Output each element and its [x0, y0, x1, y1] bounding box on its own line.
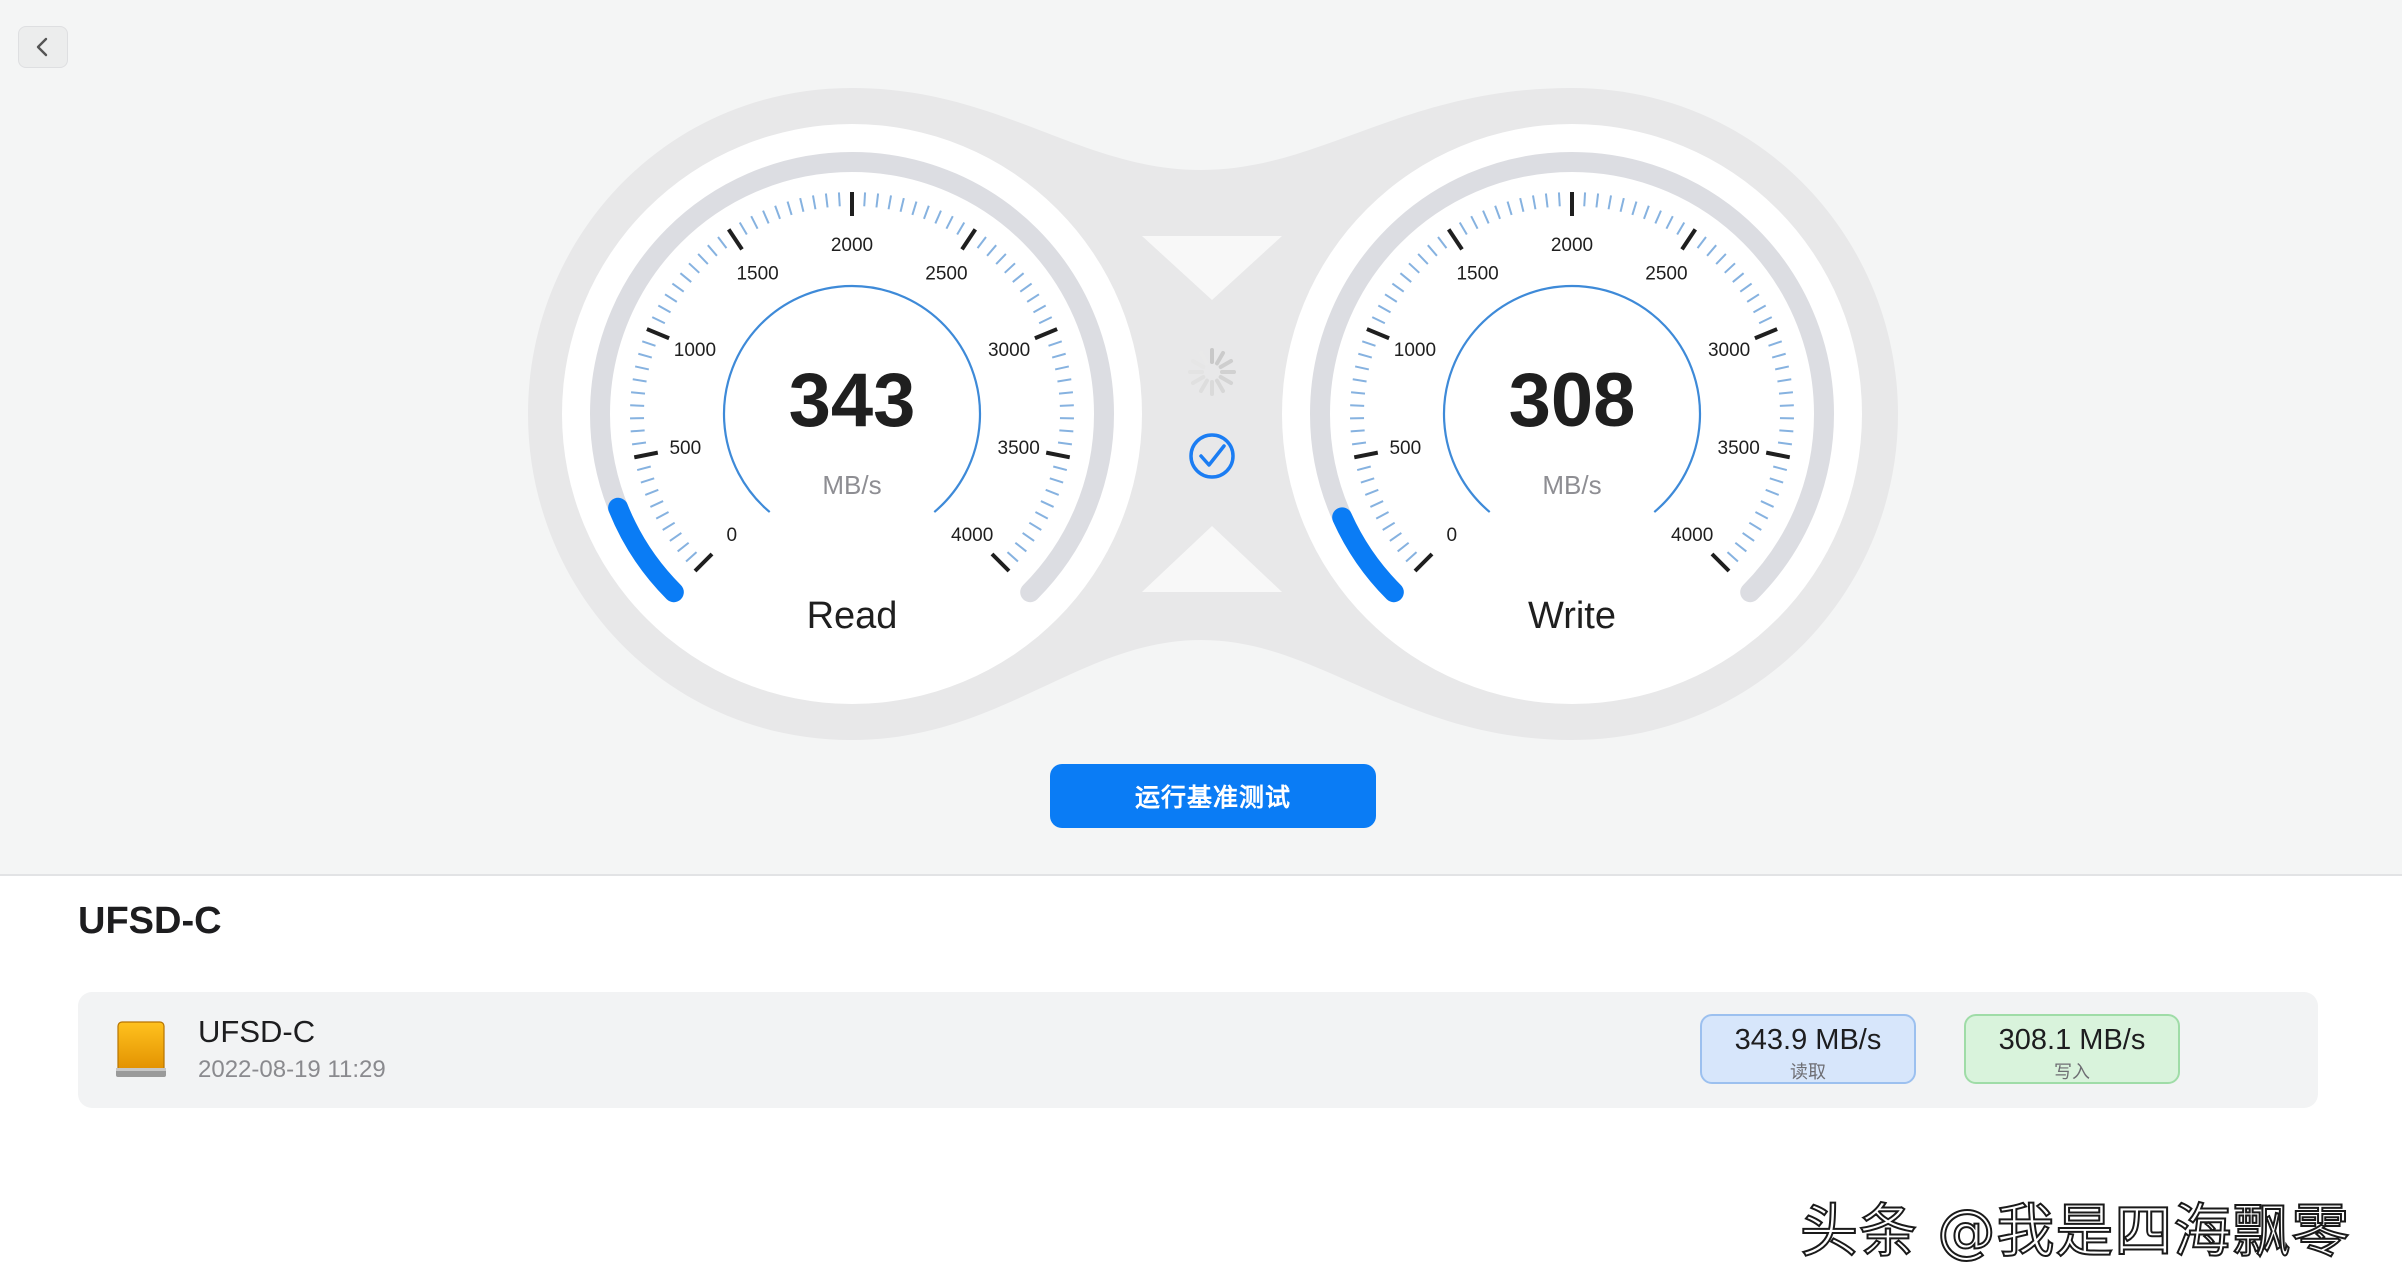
write-value: 308 [1509, 358, 1636, 443]
write-gauge-tick-label: 3500 [1718, 438, 1760, 459]
run-benchmark-button[interactable]: 运行基准测试 [1050, 764, 1376, 828]
external-drive-icon [116, 1021, 166, 1077]
read-gauge-minor-tick [630, 429, 645, 433]
write-gauge-tick-label: 2500 [1645, 264, 1687, 285]
result-row[interactable]: UFSD-C 2022-08-19 11:29 343.9 MB/s 读取 30… [78, 992, 2318, 1108]
read-gauge-minor-tick [1058, 391, 1074, 395]
read-result-label: 读取 [1790, 1062, 1826, 1083]
read-gauge-tick-label: 3000 [988, 340, 1030, 361]
benchmark-panel: 0 500 1000 1500 2000 2500 3000 3500 4000 0 500 100… [0, 0, 2402, 876]
read-result-badge: 343.9 MB/s 读取 [1700, 1014, 1916, 1084]
gauge-display: 0 500 1000 1500 2000 2500 3000 3500 4000 0 500 100… [528, 88, 1898, 740]
write-result-label: 写入 [2054, 1062, 2090, 1083]
result-device-name: UFSD-C [198, 1014, 316, 1049]
read-value: 343 [789, 358, 916, 443]
write-gauge-tick-label: 500 [1389, 438, 1421, 459]
read-gauge-tick-label: 500 [669, 438, 701, 459]
write-gauge-minor-tick [1779, 404, 1794, 407]
read-unit: MB/s [822, 470, 881, 500]
write-gauge-tick-label: 1000 [1394, 340, 1436, 361]
write-gauge-tick-label: 3000 [1708, 340, 1750, 361]
write-unit: MB/s [1542, 470, 1601, 500]
read-gauge-tick-label: 1500 [736, 264, 778, 285]
write-gauge-minor-tick [1583, 192, 1587, 207]
read-label: Read [807, 595, 898, 637]
read-result-value: 343.9 MB/s [1734, 1024, 1882, 1056]
result-timestamp: 2022-08-19 11:29 [198, 1056, 386, 1083]
read-gauge-tick-label: 3500 [998, 438, 1040, 459]
read-gauge-tick-label: 1000 [674, 340, 716, 361]
write-gauge-tick-label: 4000 [1671, 525, 1713, 546]
write-gauge-tick-label: 1500 [1456, 264, 1498, 285]
write-result-value: 308.1 MB/s [1998, 1024, 2146, 1056]
write-gauge-minor-tick [1350, 391, 1366, 395]
read-gauge-minor-tick [863, 192, 867, 207]
read-gauge-minor-tick [837, 192, 841, 207]
write-gauge-tick-label: 2000 [1551, 235, 1593, 256]
watermark: 头条 @我是四海飘零 [1799, 1196, 2351, 1266]
write-gauge-minor-tick [1350, 429, 1365, 433]
read-gauge-tick-label: 4000 [951, 525, 993, 546]
device-heading: UFSD-C [78, 900, 222, 942]
read-gauge-tick-label: 0 [727, 525, 738, 546]
write-gauge-minor-tick [1557, 192, 1561, 207]
read-gauge-minor-tick [630, 391, 646, 395]
read-gauge-minor-tick [1059, 429, 1074, 433]
write-gauge-tick-label: 0 [1447, 525, 1458, 546]
write-gauge-minor-tick [1778, 391, 1794, 395]
read-gauge-minor-tick [630, 404, 645, 407]
write-label: Write [1528, 595, 1616, 637]
read-gauge-tick-label: 2500 [925, 264, 967, 285]
read-gauge-minor-tick [1059, 404, 1074, 407]
write-gauge-minor-tick [1779, 429, 1794, 433]
write-gauge-minor-tick [1350, 404, 1365, 407]
write-result-badge: 308.1 MB/s 写入 [1964, 1014, 2180, 1084]
read-gauge-tick-label: 2000 [831, 235, 873, 256]
